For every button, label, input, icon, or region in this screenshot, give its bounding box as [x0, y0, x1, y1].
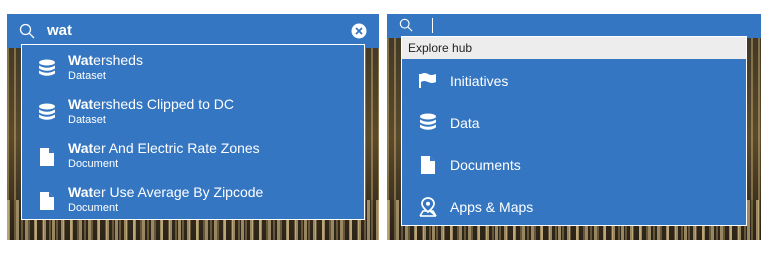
document-icon [40, 192, 54, 210]
nav-item-data[interactable]: Data [402, 103, 746, 143]
nav-item-initiatives[interactable]: Initiatives [402, 61, 746, 101]
search-icon [399, 18, 413, 32]
search-bar[interactable] [387, 14, 761, 38]
search-input[interactable]: wat [47, 22, 72, 39]
search-results-panel: wat Watersheds Dataset Watersheds Clippe… [7, 14, 379, 240]
nav-item-label: Data [450, 115, 480, 131]
result-type: Document [68, 202, 119, 214]
nav-item-apps-maps[interactable]: Apps & Maps [402, 187, 746, 227]
result-item[interactable]: Water And Electric Rate Zones Document [22, 135, 364, 179]
result-title: Water Use Average By Zipcode [68, 184, 264, 200]
result-item[interactable]: Watersheds Dataset [22, 47, 364, 91]
result-type: Document [68, 158, 119, 170]
result-item[interactable]: Water Use Average By Zipcode Document [22, 179, 364, 223]
result-item[interactable]: Watersheds Clipped to DC Dataset [22, 91, 364, 135]
nav-item-label: Documents [450, 157, 521, 173]
nav-item-label: Initiatives [450, 73, 509, 89]
result-type: Dataset [68, 114, 106, 126]
search-results-dropdown: Watersheds Dataset Watersheds Clipped to… [21, 44, 365, 220]
result-title: Watersheds Clipped to DC [68, 96, 235, 112]
text-cursor [432, 18, 433, 33]
dropdown-header: Explore hub [402, 37, 746, 59]
database-icon [420, 113, 436, 130]
search-bar[interactable]: wat [7, 14, 379, 48]
flag-icon [419, 73, 436, 88]
document-icon [421, 156, 435, 174]
database-icon [39, 103, 55, 120]
clear-search-icon[interactable] [351, 23, 367, 39]
map-pin-icon [419, 197, 437, 217]
nav-item-label: Apps & Maps [450, 199, 534, 215]
nav-item-documents[interactable]: Documents [402, 145, 746, 185]
database-icon [39, 59, 55, 76]
result-title: Water And Electric Rate Zones [68, 140, 260, 156]
document-icon [40, 148, 54, 166]
explore-hub-dropdown: Explore hub Initiatives Data Documents A… [401, 36, 747, 226]
search-icon [19, 23, 35, 39]
result-title: Watersheds [68, 52, 143, 68]
result-type: Dataset [68, 70, 106, 82]
explore-hub-panel: Explore hub Initiatives Data Documents A… [387, 14, 761, 240]
